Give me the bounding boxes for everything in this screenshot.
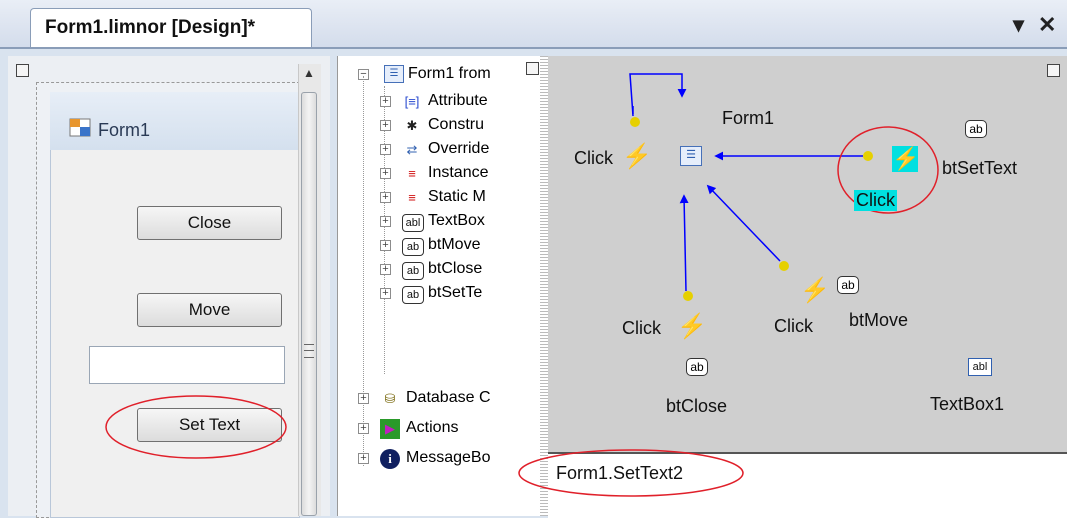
button-icon: ab (402, 238, 424, 256)
btsettext-label: btSetText (942, 158, 1018, 178)
btsettext-click-event-icon[interactable]: ⚡ (892, 146, 919, 172)
form1-label: Form1 (722, 108, 775, 128)
button-icon: ab (402, 286, 424, 304)
btsettext-click-label: Click (854, 190, 897, 211)
btmove-label: btMove (849, 310, 909, 330)
expand-icon[interactable]: + (358, 453, 369, 464)
expand-icon[interactable]: + (358, 393, 369, 404)
btmove-click-event-icon[interactable]: ⚡ (800, 276, 830, 305)
textbox1-label: TextBox1 (930, 394, 1005, 414)
tree-item-label: Instance (428, 164, 489, 181)
tree-item-label: btClose (428, 260, 483, 277)
form-click-event-icon[interactable]: ⚡ (622, 142, 652, 171)
attribute-icon: [≡] (404, 94, 420, 109)
btclose-label: btClose (666, 396, 728, 416)
btmove-button-icon[interactable]: ab (837, 276, 859, 294)
button-icon: ab (402, 262, 424, 280)
tree-item-label: Constru (428, 116, 485, 133)
info-icon: i (380, 449, 400, 469)
expand-icon[interactable]: + (380, 120, 391, 131)
expand-icon[interactable]: + (380, 240, 391, 251)
close-icon[interactable]: ✕ (1038, 12, 1056, 38)
scroll-thumb[interactable] (301, 92, 317, 516)
expand-icon[interactable]: + (380, 288, 391, 299)
tree-item-label: btMove (428, 236, 481, 253)
btclose-button-icon[interactable]: ab (686, 358, 708, 376)
tree-maximize-icon[interactable] (526, 62, 539, 75)
tree-item-label: Actions (406, 419, 459, 436)
event-arrows (629, 73, 939, 301)
code-highlight-ellipse (518, 449, 744, 497)
form-node-icon: ☰ (384, 65, 404, 83)
dropdown-arrow-icon[interactable]: ▾ (1013, 12, 1024, 38)
tree-item-label: Static M (428, 188, 486, 205)
form1-node-icon[interactable]: ☰ (680, 146, 702, 166)
expand-icon[interactable]: + (380, 96, 391, 107)
expand-icon[interactable]: + (380, 168, 391, 179)
close-button[interactable]: Close (137, 206, 282, 240)
override-icon: ⇄ (406, 142, 418, 157)
btmove-click-label: Click (774, 316, 813, 336)
expand-icon[interactable]: + (358, 423, 369, 434)
btclose-click-event-icon[interactable]: ⚡ (677, 312, 707, 341)
instance-icon: ≡ (408, 166, 416, 181)
btsettext-button-icon[interactable]: ab (965, 120, 987, 138)
static-method-icon: ≡ (402, 188, 422, 208)
form-title: Form1 (98, 120, 151, 140)
component-tree: − ☰ Form1 from + [≡] Attribute + ✱ Constru + ⇄ O… (337, 56, 543, 516)
tab-divider (0, 47, 1067, 49)
highlight-ellipse (105, 395, 287, 459)
form-icon (69, 118, 91, 137)
grip-line (304, 350, 314, 351)
tree-item-label: TextBox (428, 212, 485, 229)
btclose-click-label: Click (622, 318, 661, 338)
tree-item-label: Override (428, 140, 490, 157)
expand-icon[interactable]: + (380, 216, 391, 227)
tab-form1-design[interactable]: Form1.limnor [Design]* (30, 8, 312, 48)
tree-item-label: MessageBo (406, 449, 491, 466)
constructor-icon: ✱ (406, 118, 418, 133)
tab-title: Form1.limnor [Design]* (45, 17, 256, 38)
text-input[interactable] (89, 346, 285, 384)
expand-icon[interactable]: + (380, 144, 391, 155)
form-click-event-label: Click (574, 148, 613, 168)
actions-icon: ▶ (380, 419, 400, 439)
expand-icon[interactable]: + (380, 192, 391, 203)
database-icon: ⛁ (384, 391, 396, 406)
pane-maximize-icon[interactable] (16, 64, 29, 77)
grip-icon (304, 344, 314, 358)
tree-item-label: btSetTe (428, 284, 483, 301)
textbox-icon: abl (402, 214, 424, 232)
tree-item-label: Database C (406, 389, 491, 406)
move-button[interactable]: Move (137, 293, 282, 327)
expand-icon[interactable]: + (380, 264, 391, 275)
tree-item-label: Attribute (428, 92, 488, 109)
scroll-up-icon[interactable]: ▲ (303, 66, 315, 80)
textbox1-icon[interactable]: abl (968, 358, 992, 376)
